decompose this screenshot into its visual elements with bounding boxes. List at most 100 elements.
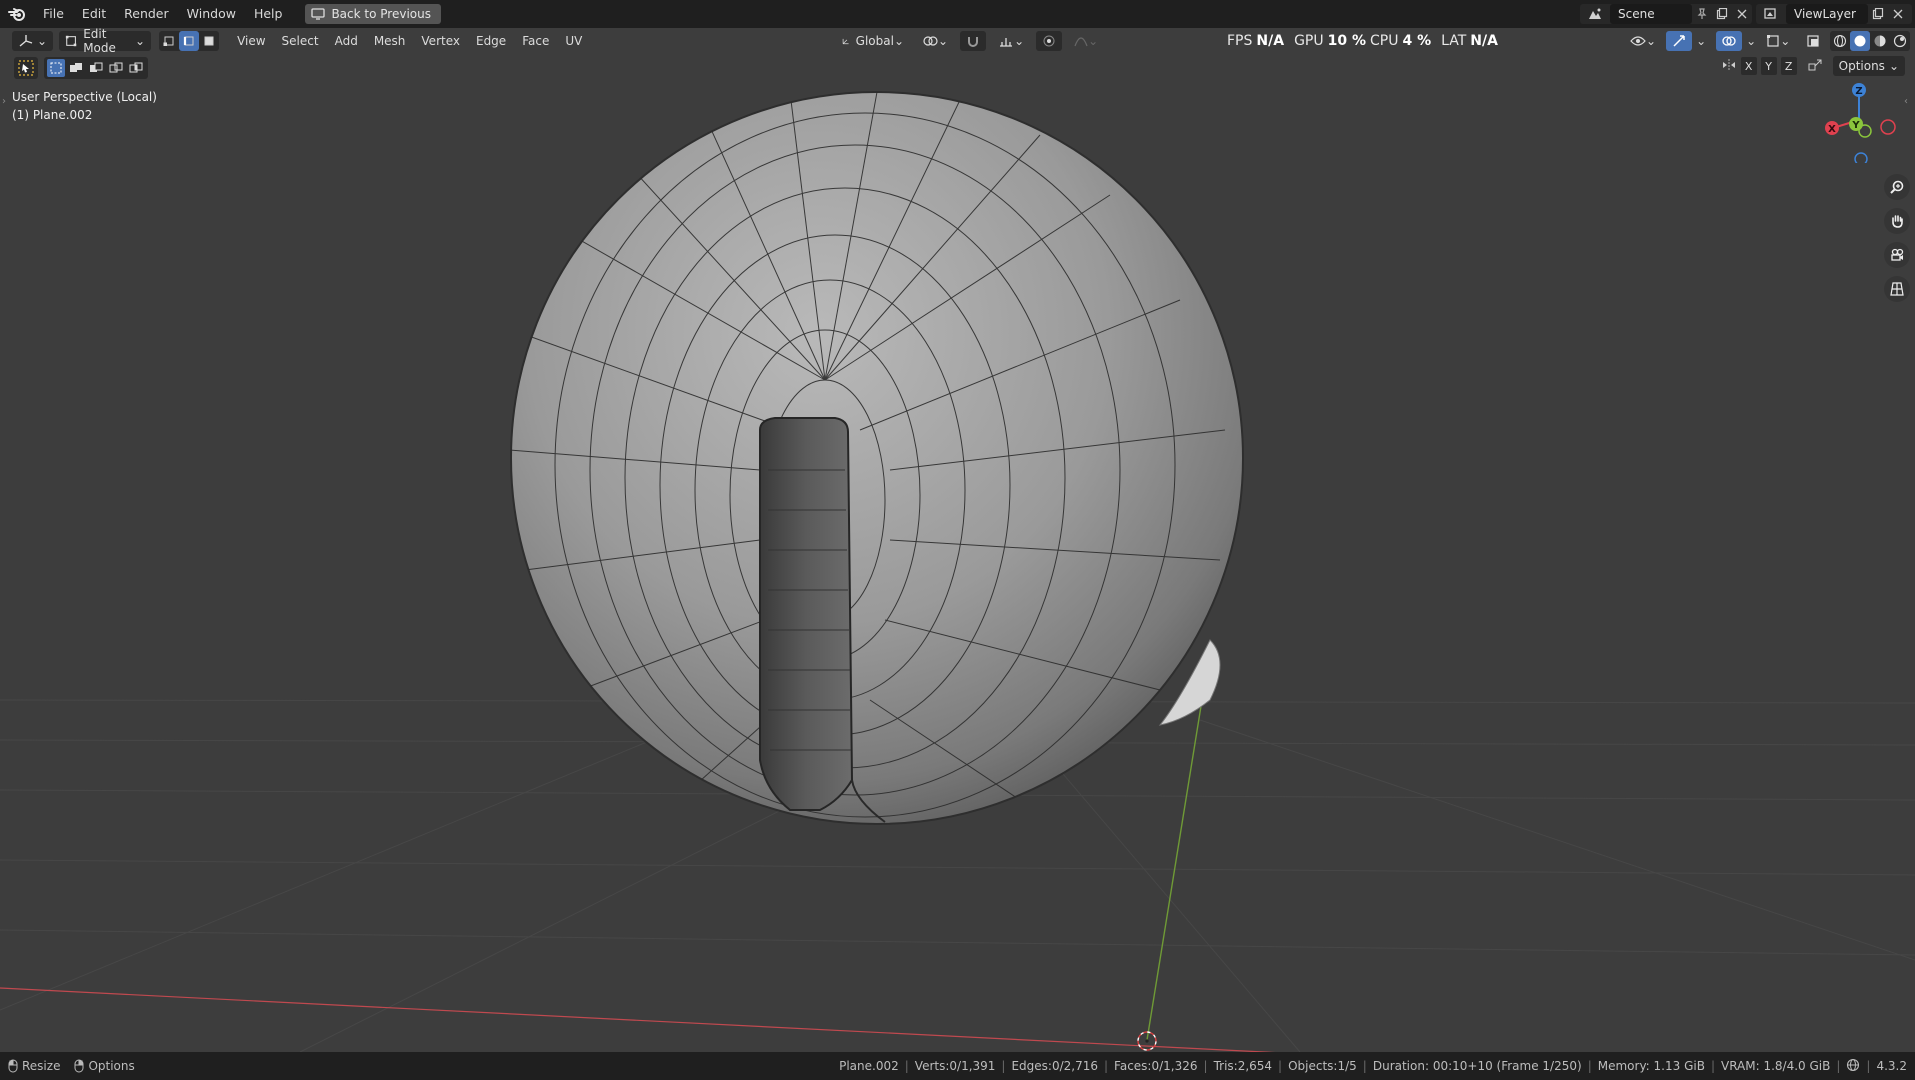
scene-canvas[interactable]	[0, 28, 1915, 1052]
vertex-select-icon[interactable]	[159, 31, 179, 51]
3d-cursor	[1137, 1031, 1157, 1051]
fps-value: N/A	[1256, 33, 1285, 49]
blender-logo-icon[interactable]	[0, 0, 34, 28]
overlay-toggle[interactable]	[1716, 31, 1743, 51]
gizmo-y-label: Y	[1851, 120, 1860, 131]
active-tool-button[interactable]	[14, 57, 38, 79]
toolbar-expand-icon[interactable]: ›	[2, 96, 6, 107]
scene-icon[interactable]	[1580, 7, 1610, 21]
menu-edit[interactable]: Edit	[73, 0, 115, 28]
new-viewlayer-icon[interactable]	[1868, 8, 1888, 20]
menu-edge[interactable]: Edge	[468, 34, 514, 48]
menu-view[interactable]: View	[229, 34, 273, 48]
mesh-slot	[759, 417, 854, 811]
visibility-selector[interactable]: ⌄	[1624, 31, 1662, 51]
new-scene-icon[interactable]	[1712, 8, 1732, 20]
face-select-icon[interactable]	[199, 31, 219, 51]
menu-uv[interactable]: UV	[557, 34, 590, 48]
shading-mode-group	[1830, 31, 1911, 51]
top-bar: File Edit Render Window Help Back to Pre…	[0, 0, 1915, 28]
snap-increment-icon	[1000, 38, 1013, 47]
proportional-edit-toggle[interactable]	[1036, 31, 1063, 51]
menu-vertex[interactable]: Vertex	[413, 34, 468, 48]
zoom-tool-button[interactable]	[1884, 174, 1910, 200]
gizmo-z-label: Z	[1855, 86, 1862, 97]
menu-window[interactable]: Window	[178, 0, 245, 28]
mirror-x-toggle[interactable]: X	[1740, 57, 1757, 75]
snap-toggle[interactable]	[960, 31, 987, 51]
xray-toggle[interactable]	[1800, 31, 1826, 51]
mode-selector[interactable]: Edit Mode ⌄	[59, 28, 152, 55]
subtract-selection-icon[interactable]	[87, 59, 105, 77]
chevron-down-icon[interactable]: ⌄	[1746, 34, 1756, 48]
status-tris: Tris:2,654	[1213, 1059, 1273, 1073]
overlay-icon	[1722, 36, 1736, 46]
material-shading-icon[interactable]	[1870, 31, 1890, 51]
auto-merge-icon[interactable]	[1807, 58, 1823, 75]
intersect-selection-icon[interactable]	[127, 59, 145, 77]
pivot-icon	[923, 36, 938, 46]
pivot-point-selector[interactable]: ⌄	[916, 31, 954, 51]
transform-orientation-selector[interactable]: Global ⌄	[836, 31, 910, 51]
status-bar: Resize Options Plane.002 | Verts:0/1,391 |…	[0, 1052, 1915, 1080]
wireframe-shading-icon[interactable]	[1830, 31, 1850, 51]
menu-select[interactable]: Select	[274, 34, 327, 48]
xray-icon	[1807, 35, 1819, 47]
lat-label: LAT	[1441, 33, 1467, 49]
scene-name-field[interactable]: Scene	[1610, 4, 1692, 24]
back-to-previous-button[interactable]: Back to Previous	[305, 4, 441, 24]
falloff-selector[interactable]: ⌄	[1068, 31, 1104, 51]
sphere-mesh	[510, 91, 1244, 825]
gpu-value: 10 %	[1327, 33, 1366, 49]
scene-selector[interactable]: Scene	[1580, 4, 1752, 24]
back-to-previous-label: Back to Previous	[331, 7, 431, 21]
snap-target-selector[interactable]: ⌄	[992, 31, 1030, 51]
gizmo-toggle[interactable]	[1666, 31, 1693, 51]
fps-label: FPS	[1227, 33, 1253, 49]
gizmo-x-negative	[1880, 119, 1896, 135]
navigation-gizmo[interactable]: Z X Y	[1815, 73, 1905, 163]
editor-type-button[interactable]: ⌄	[12, 31, 54, 51]
chevron-down-icon: ⌄	[1780, 34, 1791, 48]
menu-mesh[interactable]: Mesh	[366, 34, 414, 48]
eye-icon	[1630, 36, 1646, 46]
screen-icon	[311, 8, 326, 20]
selection-mode-group	[44, 57, 148, 79]
camera-view-button[interactable]	[1884, 242, 1910, 268]
delete-scene-icon[interactable]	[1732, 9, 1752, 19]
resize-label: Resize	[22, 1059, 61, 1073]
delete-viewlayer-icon[interactable]	[1888, 9, 1908, 19]
menu-help[interactable]: Help	[245, 0, 292, 28]
mirror-y-toggle[interactable]: Y	[1760, 57, 1777, 75]
set-selection-icon[interactable]	[47, 59, 65, 77]
gizmo-x-label: X	[1828, 124, 1836, 135]
solid-shading-icon[interactable]	[1850, 31, 1871, 51]
network-globe-icon[interactable]	[1846, 1058, 1860, 1075]
cpu-value: 4 %	[1402, 33, 1432, 49]
status-object: Plane.002	[839, 1059, 899, 1073]
lat-value: N/A	[1470, 33, 1498, 49]
perspective-toggle-button[interactable]	[1884, 276, 1910, 302]
edge-select-icon[interactable]	[179, 31, 200, 51]
menu-render[interactable]: Render	[115, 0, 178, 28]
viewlayer-name-field[interactable]: ViewLayer	[1786, 4, 1868, 24]
chevron-down-icon: ⌄	[1014, 34, 1025, 48]
rendered-shading-icon[interactable]	[1890, 31, 1910, 51]
menu-face[interactable]: Face	[514, 34, 557, 48]
invert-selection-icon[interactable]	[107, 59, 125, 77]
menu-file[interactable]: File	[34, 0, 73, 28]
pan-tool-button[interactable]	[1884, 208, 1910, 234]
mesh-edit-overlay-selector[interactable]: ⌄	[1760, 31, 1796, 51]
mirror-icon[interactable]	[1721, 58, 1737, 75]
viewlayer-selector[interactable]: ViewLayer	[1756, 4, 1912, 24]
viewlayer-icon[interactable]	[1756, 7, 1786, 21]
mirror-z-toggle[interactable]: Z	[1780, 57, 1797, 75]
pin-icon[interactable]	[1692, 8, 1712, 20]
proportional-edit-icon	[1043, 35, 1055, 47]
menu-add[interactable]: Add	[327, 34, 366, 48]
status-edges: Edges:0/2,716	[1011, 1059, 1098, 1073]
3d-viewport[interactable]: ⌄ Edit Mode ⌄ View Select Add Mesh Verte…	[0, 28, 1915, 1052]
chevron-down-icon[interactable]: ⌄	[1696, 34, 1706, 48]
mouse-right-icon	[74, 1059, 84, 1073]
extend-selection-icon[interactable]	[67, 59, 85, 77]
